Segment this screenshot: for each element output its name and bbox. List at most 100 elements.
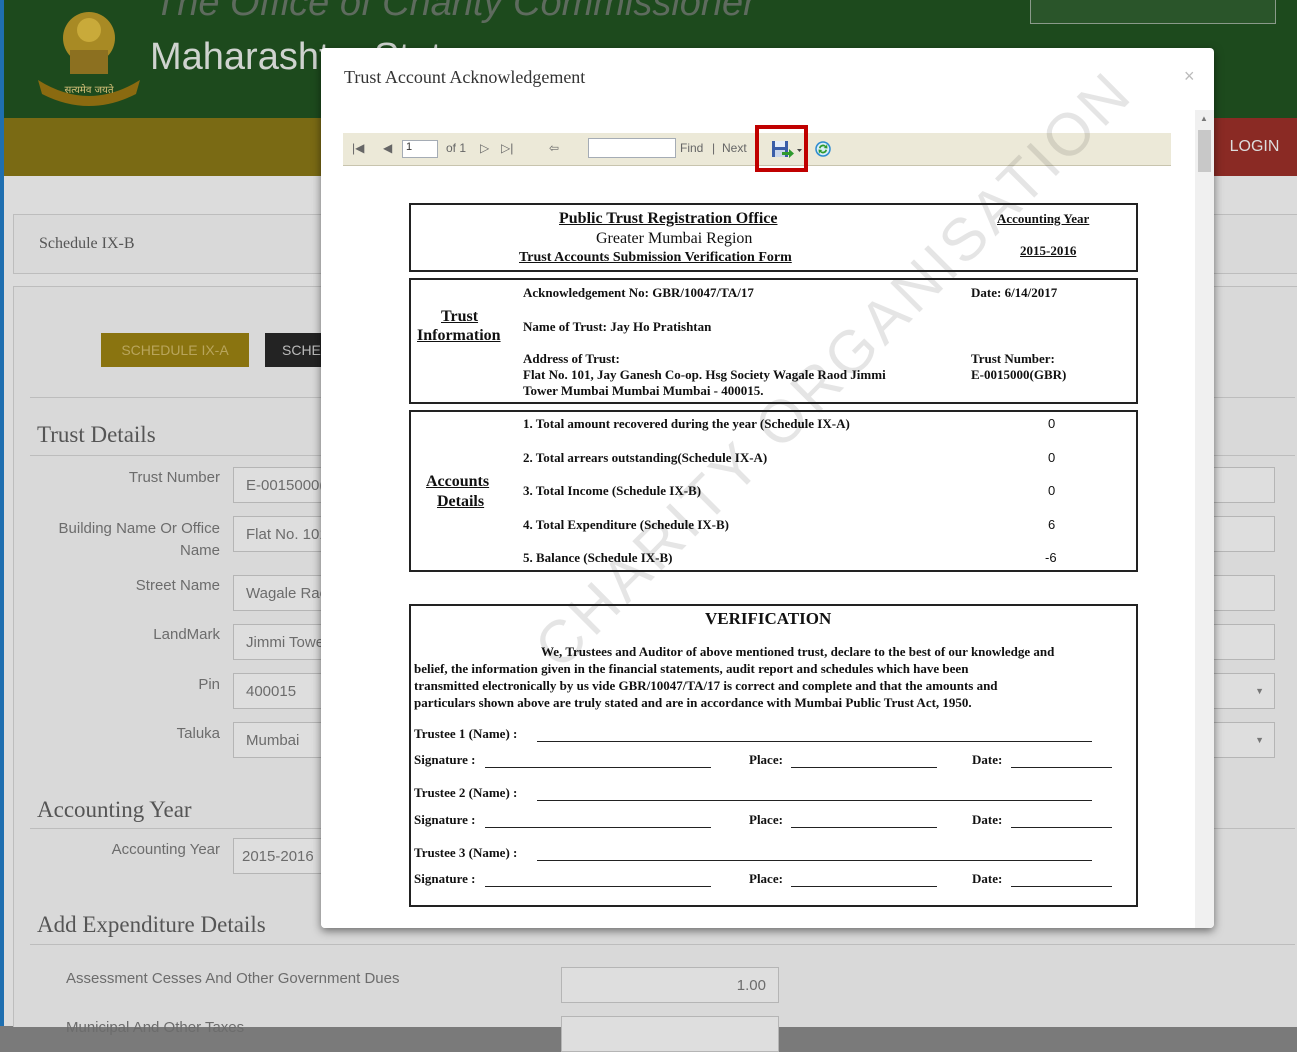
building-label: Building Name Or Office Name	[58, 520, 220, 559]
signature-line	[1011, 767, 1112, 768]
divider	[30, 944, 1295, 945]
signature-line	[537, 741, 1092, 742]
signature-line	[791, 827, 937, 828]
account-row-label: 3. Total Income (Schedule IX-B)	[523, 483, 702, 498]
trustee-name-label: Trustee 3 (Name) :	[414, 845, 518, 860]
trustee-signature-label: Signature :	[414, 812, 476, 827]
toolbar-gap	[1171, 110, 1195, 174]
signature-line	[485, 827, 711, 828]
taluka-value: Mumbai	[246, 731, 300, 749]
street-label: Street Name	[135, 577, 220, 594]
expenditure-row2-label: Municipal And Other Taxes	[66, 1019, 245, 1036]
trustee-place-label: Place:	[749, 812, 783, 827]
trustee-place-label: Place:	[749, 752, 783, 767]
next-page-icon[interactable]: ▷	[480, 141, 489, 155]
trust-info-label-1: Trust	[441, 308, 479, 325]
pin-label: Pin	[198, 676, 220, 693]
add-expenditure-heading: Add Expenditure Details	[37, 912, 266, 937]
account-row-label: 2. Total arrears outstanding(Schedule IX…	[523, 450, 768, 465]
signature-line	[485, 767, 711, 768]
accounts-label-1: Accounts	[426, 473, 490, 490]
trustee-name-label: Trustee 2 (Name) :	[414, 785, 518, 800]
tab-schedule-ix-a[interactable]: SCHEDULE IX-A	[101, 333, 249, 367]
signature-line	[1011, 886, 1112, 887]
verification-text-line: We, Trustees and Auditor of above mentio…	[541, 644, 1055, 659]
scroll-up-icon[interactable]: ▲	[1200, 114, 1208, 123]
trustee-date-label: Date:	[972, 752, 1003, 767]
find-link[interactable]: Find	[680, 141, 703, 155]
expenditure-row1-field[interactable]: 1.00	[561, 967, 779, 1003]
last-page-icon[interactable]: ▷|	[501, 141, 513, 155]
verification-text-line: particulars shown above are truly stated…	[414, 695, 972, 710]
trustee-place-label: Place:	[749, 871, 783, 886]
trust-address-label: Address of Trust:	[523, 351, 620, 366]
taluka-label: Taluka	[176, 725, 220, 742]
find-next-link[interactable]: Next	[722, 141, 747, 155]
acknowledgement-number: Acknowledgement No: GBR/10047/TA/17	[523, 285, 754, 300]
left-accent-bar	[0, 0, 4, 1026]
chevron-down-icon: ▼	[1255, 686, 1264, 696]
trust-number-caption: Trust Number:	[971, 351, 1055, 366]
page-number-input[interactable]: 1	[402, 140, 438, 158]
svg-text:सत्यमेव जयते: सत्यमेव जयते	[64, 84, 113, 96]
page-count-label: of 1	[446, 141, 467, 155]
find-text-input[interactable]	[588, 138, 676, 158]
account-row-value: -6	[1045, 550, 1057, 565]
pin-value: 400015	[246, 682, 297, 700]
find-separator: |	[712, 141, 716, 155]
accounting-year-heading: Accounting Year	[37, 797, 192, 822]
trust-info-label-2: Information	[417, 327, 501, 344]
refresh-icon[interactable]	[814, 140, 832, 158]
trustee-signature-label: Signature :	[414, 871, 476, 886]
header-search-box[interactable]	[1030, 0, 1276, 24]
accounts-label-2: Details	[437, 493, 485, 510]
verification-text-line: belief, the information given in the fin…	[414, 661, 969, 676]
trust-number-label: Trust Number	[128, 469, 220, 486]
signature-line	[537, 860, 1092, 861]
login-button[interactable]: LOGIN	[1212, 118, 1297, 176]
close-icon[interactable]: ×	[1184, 66, 1195, 87]
scrollbar-thumb[interactable]	[1198, 130, 1211, 172]
signature-line	[537, 800, 1092, 801]
expenditure-row1-label: Assessment Cesses And Other Government D…	[66, 970, 400, 987]
report-form-title: Trust Accounts Submission Verification F…	[519, 250, 792, 265]
export-highlight-box	[755, 125, 808, 172]
report-page: CHARITY ORGANISATION Public Trust Regist…	[321, 58, 1195, 928]
trustee-date-label: Date:	[972, 812, 1003, 827]
trust-address-line1: Flat No. 101, Jay Ganesh Co-op. Hsg Soci…	[523, 367, 886, 382]
trust-number-value: E-0015000(GBR)	[971, 367, 1067, 382]
trust-address-line2: Tower Mumbai Mumbai Mumbai - 400015.	[523, 383, 764, 398]
modal-title: Trust Account Acknowledgement	[344, 67, 586, 87]
expenditure-row2-field[interactable]	[561, 1016, 779, 1052]
account-row-value: 0	[1048, 450, 1056, 465]
signature-line	[791, 767, 937, 768]
first-page-icon[interactable]: |◀	[352, 141, 364, 155]
signature-line	[1011, 827, 1112, 828]
accounts-details-box: Accounts Details 1. Total amount recover…	[409, 410, 1138, 572]
trust-name: Name of Trust: Jay Ho Pratishtan	[523, 319, 712, 334]
account-row-label: 4. Total Expenditure (Schedule IX-B)	[523, 517, 729, 532]
back-icon[interactable]: ⇦	[549, 141, 559, 155]
signature-line	[791, 886, 937, 887]
accounting-year-value: 2015-2016	[1020, 243, 1077, 258]
verification-title: VERIFICATION	[705, 609, 832, 628]
trust-details-heading: Trust Details	[37, 422, 156, 447]
chevron-down-icon: ▼	[1255, 735, 1264, 745]
trustee-date-label: Date:	[972, 871, 1003, 886]
verification-text-line: transmitted electronically by us vide GB…	[414, 678, 998, 693]
trustee-signature-label: Signature :	[414, 752, 476, 767]
acknowledgement-modal: Trust Account Acknowledgement × |◀ ◀ 1 o…	[321, 48, 1214, 928]
account-row-value: 0	[1048, 416, 1056, 431]
report-office: Public Trust Registration Office	[559, 210, 778, 227]
account-row-value: 0	[1048, 483, 1056, 498]
header-title-line1: The Office of Charity Commissioner	[154, 0, 756, 24]
trustee-name-label: Trustee 1 (Name) :	[414, 726, 518, 741]
schedule-panel-title: Schedule IX-B	[39, 235, 135, 252]
accounting-year-caption: Accounting Year	[997, 211, 1090, 226]
modal-scrollbar[interactable]: ▲	[1195, 110, 1214, 928]
acknowledgement-date: Date: 6/14/2017	[971, 285, 1058, 300]
account-row-label: 1. Total amount recovered during the yea…	[523, 416, 850, 431]
accounting-year-label: Accounting Year	[111, 841, 220, 858]
account-row-label: 5. Balance (Schedule IX-B)	[523, 550, 673, 565]
previous-page-icon[interactable]: ◀	[383, 141, 392, 155]
